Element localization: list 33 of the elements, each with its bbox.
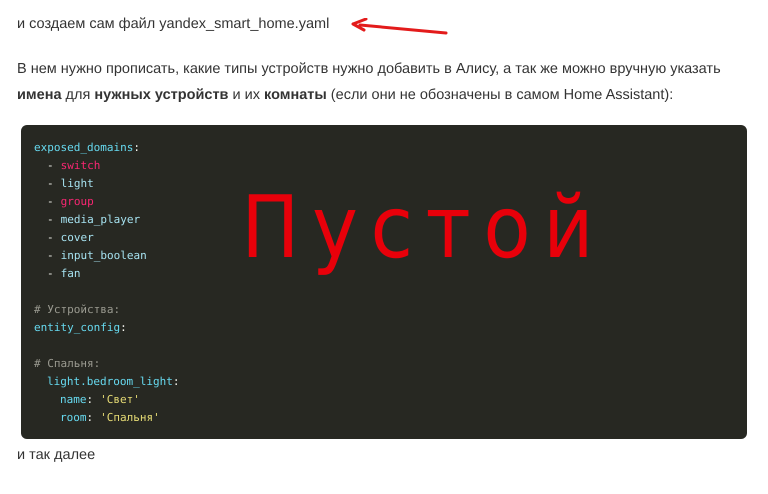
code-key: entity_config xyxy=(34,320,120,336)
code-punctuation: - xyxy=(47,212,54,228)
intro-text: и создаем сам файл yandex_smart_home.yaml xyxy=(17,15,330,34)
handwritten-annotation: Пустой xyxy=(241,180,606,276)
code-value: fan xyxy=(60,266,80,282)
code-value: cover xyxy=(60,230,94,246)
code-keyword: switch xyxy=(60,158,100,174)
code-value: light xyxy=(60,176,94,192)
code-key: exposed_domains xyxy=(34,140,134,156)
code-comment: # Спальня: xyxy=(34,356,100,372)
code-value: media_player xyxy=(60,212,140,228)
code-punctuation: - xyxy=(47,230,54,246)
code-punctuation: - xyxy=(47,176,54,192)
code-punctuation: : xyxy=(172,374,180,390)
code-punctuation: - xyxy=(47,194,54,210)
code-string: 'Спальня' xyxy=(100,410,160,426)
code-key: room xyxy=(60,410,86,426)
code-punctuation: : xyxy=(86,392,94,408)
code-comment: # Устройства: xyxy=(34,302,120,318)
code-punctuation: : xyxy=(86,410,94,426)
outro-text: и так далее xyxy=(16,446,96,465)
code-key: light.bedroom_light xyxy=(47,374,173,390)
code-value: input_boolean xyxy=(60,248,147,264)
code-punctuation: : xyxy=(120,320,127,336)
arrow-icon xyxy=(350,18,448,36)
code-punctuation: - xyxy=(47,248,54,264)
code-string: 'Свет' xyxy=(100,392,140,408)
code-punctuation: - xyxy=(47,266,54,282)
code-keyword: group xyxy=(60,194,94,210)
code-key: name xyxy=(60,392,86,408)
description-paragraph: В нем нужно прописать, какие типы устройств нужно добавить в Алису, а так же можно вручную указать имена для нужных устройств и их комнаты (если они не обозначены в самом Home Assistant): xyxy=(17,60,722,105)
code-punctuation: - xyxy=(47,158,54,174)
code-punctuation: : xyxy=(133,140,140,156)
